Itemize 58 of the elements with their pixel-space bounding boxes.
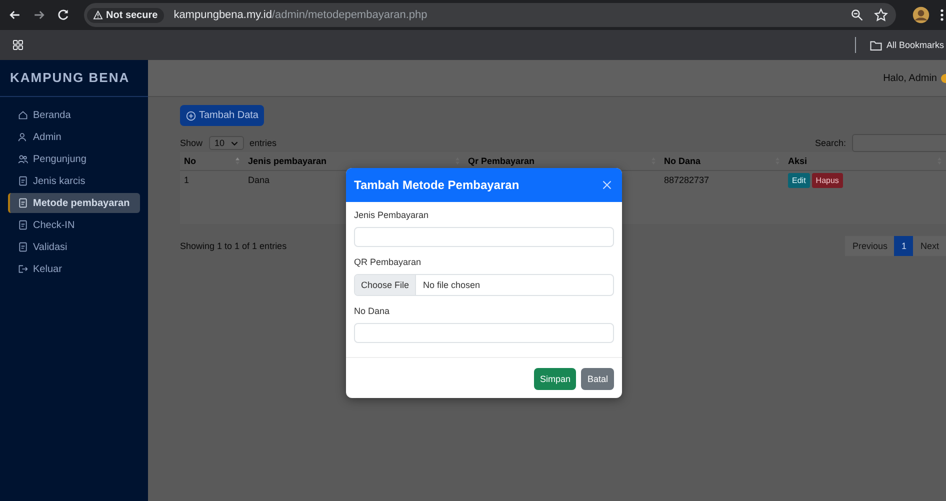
sidebar-item[interactable]: Validasi [8, 237, 140, 257]
sidebar-item[interactable]: Keluar [8, 259, 140, 279]
sidebar-item[interactable]: Jenis karcis [8, 171, 140, 191]
pagination-button[interactable]: 1 [894, 236, 914, 256]
sort-icon[interactable] [235, 157, 240, 165]
field-label: No Dana [354, 306, 391, 316]
choose-file-button[interactable]: Choose File [355, 275, 416, 295]
users-icon [18, 154, 28, 164]
file-status-text: No file chosen [422, 279, 480, 292]
user-icon [18, 132, 28, 142]
greeting-text: Halo, Admin [883, 72, 937, 84]
edit-button[interactable]: Edit [788, 172, 810, 188]
apps-grid-icon[interactable] [12, 39, 24, 51]
logout-icon [18, 264, 28, 274]
field-label: QR Pembayaran [354, 257, 422, 267]
warning-icon [93, 10, 103, 20]
chevron-down-icon [230, 140, 238, 146]
zoom-icon[interactable] [850, 8, 864, 22]
document-icon [18, 242, 28, 252]
table-cell: 887282737 [664, 175, 710, 185]
star-icon[interactable] [874, 8, 888, 22]
plus-circle-icon [186, 110, 196, 120]
file-field[interactable]: Choose File No file chosen [354, 274, 614, 296]
back-icon[interactable] [8, 8, 22, 22]
sidebar-item[interactable]: Metode pembayaran [8, 193, 140, 213]
table-cell: Dana [248, 175, 270, 185]
input-field[interactable] [354, 227, 614, 247]
table-cell: 1 [184, 175, 190, 185]
address-bar[interactable]: Not secure kampungbena.my.id/admin/metodepembayaran.php [84, 3, 896, 27]
all-bookmarks-button[interactable]: All Bookmarks [870, 40, 944, 50]
entries-label: entries [250, 138, 277, 148]
security-text: Not secure [106, 10, 158, 20]
cancel-button[interactable]: Batal [581, 368, 614, 390]
close-icon[interactable] [602, 180, 612, 190]
add-data-button[interactable]: Tambah Data [180, 105, 264, 126]
home-icon [18, 110, 28, 120]
forward-icon[interactable] [32, 8, 46, 22]
url-text: kampungbena.my.id/admin/metodepembayaran.php [174, 9, 428, 21]
menu-icon[interactable] [940, 8, 944, 22]
sidebar-item[interactable]: Admin [8, 127, 140, 147]
document-icon [18, 220, 28, 230]
input-field[interactable] [354, 323, 614, 343]
search-label: Search: [814, 138, 846, 148]
show-label: Show [180, 138, 203, 148]
document-icon [18, 176, 28, 186]
save-button[interactable]: Simpan [534, 368, 576, 390]
security-chip[interactable]: Not secure [87, 8, 164, 22]
entries-info: Showing 1 to 1 of 1 entries [180, 241, 287, 251]
profile-avatar-icon[interactable] [912, 6, 930, 24]
modal-title: Tambah Metode Pembayaran [354, 178, 520, 192]
sidebar-item[interactable]: Pengunjung [8, 149, 140, 169]
sidebar-item[interactable]: Check-IN [8, 215, 140, 235]
document-icon [18, 198, 28, 208]
reload-icon[interactable] [56, 8, 70, 22]
folder-icon [870, 40, 882, 50]
field-label: Jenis Pembayaran [354, 210, 430, 220]
delete-button[interactable]: Hapus [812, 172, 843, 188]
sidebar-item[interactable]: Beranda [8, 105, 140, 125]
